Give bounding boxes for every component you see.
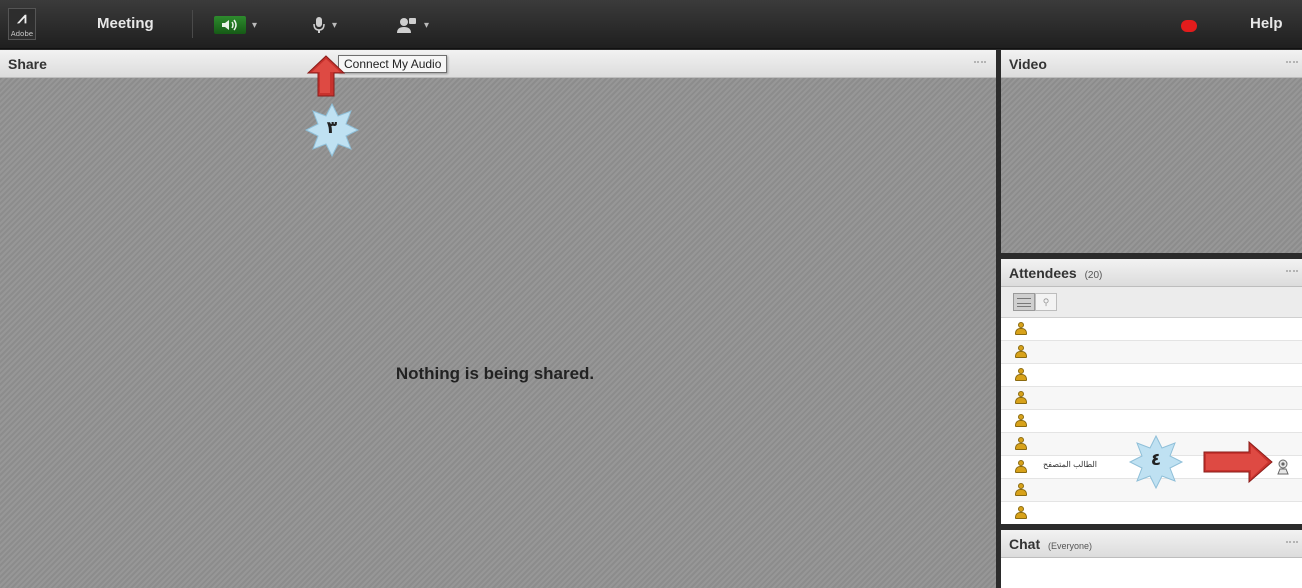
attendee-person-icon bbox=[1015, 460, 1027, 473]
speaker-dropdown-icon[interactable]: ▾ bbox=[252, 20, 257, 31]
microphone-button[interactable]: ▾ bbox=[312, 15, 337, 35]
webcam-button[interactable]: ▾ bbox=[396, 15, 429, 35]
speaker-button[interactable]: ▾ bbox=[214, 15, 257, 35]
microphone-dropdown-icon[interactable]: ▾ bbox=[332, 20, 337, 31]
share-pod-title: Share bbox=[8, 56, 47, 72]
toolbar-divider bbox=[192, 10, 193, 38]
help-menu[interactable]: Help bbox=[1250, 15, 1283, 32]
chat-pod: Chat (Everyone) bbox=[1001, 530, 1302, 588]
step-badge-4-label: ٤ bbox=[1150, 450, 1162, 470]
video-stage bbox=[1001, 78, 1302, 253]
attendee-person-icon bbox=[1015, 391, 1027, 404]
pod-options-icon[interactable] bbox=[1286, 270, 1298, 276]
connect-audio-tooltip: Connect My Audio bbox=[338, 55, 448, 73]
annotation-arrow-right-icon bbox=[1203, 440, 1273, 484]
video-pod-title: Video bbox=[1009, 56, 1047, 72]
speaker-icon bbox=[214, 16, 246, 34]
pod-options-icon[interactable] bbox=[1286, 541, 1298, 547]
video-pod: Video bbox=[1001, 50, 1302, 253]
attendee-person-icon bbox=[1015, 414, 1027, 427]
attendees-pod-header: Attendees (20) bbox=[1001, 259, 1302, 287]
attendee-name: الطالب المتصفح bbox=[1043, 460, 1098, 469]
attendee-row[interactable] bbox=[1001, 364, 1302, 387]
step-badge-3-label: ٣ bbox=[326, 118, 338, 138]
attendee-webcam-status-icon[interactable] bbox=[1275, 459, 1291, 475]
attendees-pod-title: Attendees bbox=[1009, 265, 1077, 281]
step-badge-4: ٤ bbox=[1128, 434, 1184, 490]
share-pod: Share bbox=[0, 50, 996, 588]
attendee-row[interactable] bbox=[1001, 502, 1302, 524]
attendee-person-icon bbox=[1015, 345, 1027, 358]
microphone-icon bbox=[313, 17, 325, 33]
record-indicator-icon[interactable] bbox=[1181, 20, 1197, 32]
pod-options-icon[interactable] bbox=[974, 61, 986, 67]
nothing-shared-message: Nothing is being shared. bbox=[395, 364, 595, 383]
chat-scope-label: (Everyone) bbox=[1048, 541, 1093, 551]
step-badge-3: ٣ bbox=[304, 102, 360, 158]
attendee-row[interactable] bbox=[1001, 410, 1302, 433]
pod-options-icon[interactable] bbox=[1286, 61, 1298, 67]
meeting-menu[interactable]: Meeting bbox=[97, 15, 154, 32]
attendee-person-icon bbox=[1015, 483, 1027, 496]
chat-pod-header: Chat (Everyone) bbox=[1001, 530, 1302, 558]
attendee-row[interactable] bbox=[1001, 387, 1302, 410]
share-stage bbox=[0, 78, 996, 588]
attendee-person-icon bbox=[1015, 437, 1027, 450]
attendees-view-toolbar: ⚲ bbox=[1001, 287, 1302, 318]
top-toolbar: ⩘ Adobe Meeting ▾ ▾ ▾ Help bbox=[0, 0, 1302, 49]
attendee-person-icon bbox=[1015, 368, 1027, 381]
attendee-person-icon bbox=[1015, 322, 1027, 335]
webcam-dropdown-icon[interactable]: ▾ bbox=[424, 20, 429, 31]
annotation-arrow-up-icon bbox=[306, 55, 346, 97]
attendee-person-icon bbox=[1015, 506, 1027, 519]
video-pod-header: Video bbox=[1001, 50, 1302, 78]
adobe-logo-icon: ⩘ Adobe bbox=[8, 8, 36, 40]
attendee-row[interactable] bbox=[1001, 318, 1302, 341]
attendee-list: الطالب المتصفح bbox=[1001, 318, 1302, 524]
attendee-row[interactable] bbox=[1001, 341, 1302, 364]
chat-pod-title: Chat bbox=[1009, 536, 1041, 552]
list-view-icon[interactable] bbox=[1013, 293, 1035, 311]
attendees-count: (20) bbox=[1084, 270, 1103, 281]
role-view-icon[interactable]: ⚲ bbox=[1035, 293, 1057, 311]
webcam-icon bbox=[397, 18, 416, 33]
share-pod-header: Share bbox=[0, 50, 996, 78]
